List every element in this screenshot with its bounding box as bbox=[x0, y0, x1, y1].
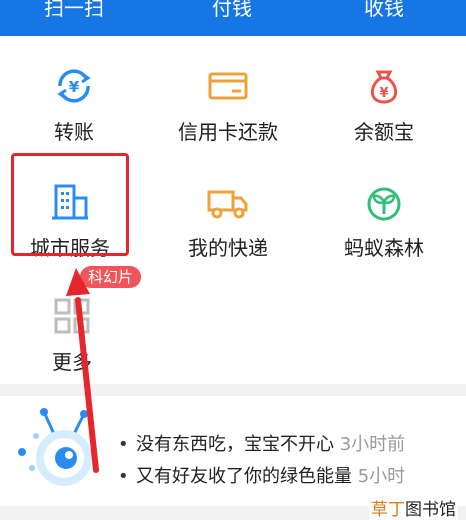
svg-text:¥: ¥ bbox=[69, 78, 80, 96]
more-grid-icon bbox=[54, 298, 90, 334]
watermark: 草丁图书馆 bbox=[369, 495, 458, 520]
highlight-box bbox=[11, 153, 129, 256]
scan-button[interactable]: 扫一扫 bbox=[14, 0, 134, 21]
feed-item: • 没有东西吃，宝宝不开心 3小时前 bbox=[118, 434, 406, 455]
grid-label-yuebao: 余额宝 bbox=[354, 120, 414, 144]
sprout-icon bbox=[367, 187, 401, 221]
grid-item-yuebao[interactable]: ¥ 余额宝 bbox=[314, 46, 454, 156]
watermark-part2: 图书馆 bbox=[405, 500, 456, 520]
promo-badge: 科幻片 bbox=[80, 266, 142, 288]
money-bag-icon: ¥ bbox=[370, 70, 398, 104]
top-action-bar: 扫一扫 付钱 收钱 bbox=[0, 0, 466, 36]
grid-item-more[interactable]: 更多 bbox=[2, 276, 142, 386]
grid-label-transfer: 转账 bbox=[54, 120, 94, 144]
feed-item-text: 没有东西吃，宝宝不开心 bbox=[136, 434, 334, 455]
watermark-part1: 草丁 bbox=[371, 500, 405, 520]
ant-mascot-icon bbox=[18, 408, 92, 486]
credit-card-icon bbox=[208, 72, 248, 100]
delivery-truck-icon bbox=[207, 190, 248, 219]
ant-forest-feed[interactable]: • 没有东西吃，宝宝不开心 3小时前 • 又有好友收了你的绿色能量 5小时 bbox=[0, 396, 466, 506]
grid-item-delivery[interactable]: 我的快递 bbox=[158, 162, 298, 272]
feed-item-time: 5小时 bbox=[357, 466, 406, 487]
grid-label-credit-card: 信用卡还款 bbox=[178, 120, 278, 144]
grid-label-delivery: 我的快递 bbox=[188, 236, 268, 260]
feed-item-time: 3小时前 bbox=[339, 434, 406, 455]
grid-label-more: 更多 bbox=[52, 350, 92, 374]
transfer-icon: ¥ bbox=[57, 69, 91, 103]
collect-button[interactable]: 收钱 bbox=[324, 0, 444, 21]
grid-label-ant-forest: 蚂蚁森林 bbox=[344, 236, 424, 260]
feed-item: • 又有好友收了你的绿色能量 5小时 bbox=[118, 466, 406, 487]
svg-text:¥: ¥ bbox=[379, 86, 388, 101]
grid-item-ant-forest[interactable]: 蚂蚁森林 bbox=[314, 162, 454, 272]
grid-item-credit-card[interactable]: 信用卡还款 bbox=[158, 46, 298, 156]
feed-item-text: 又有好友收了你的绿色能量 bbox=[136, 466, 352, 487]
grid-item-transfer[interactable]: ¥ 转账 bbox=[4, 46, 144, 156]
section-divider bbox=[0, 384, 466, 396]
pay-button[interactable]: 付钱 bbox=[172, 0, 292, 21]
